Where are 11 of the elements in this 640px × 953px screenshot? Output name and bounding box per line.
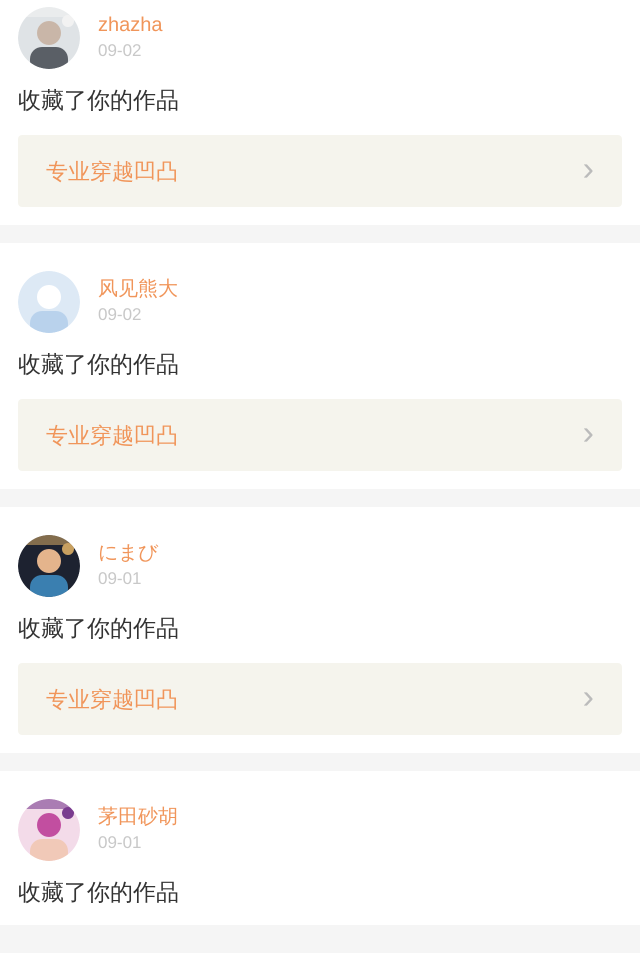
action-text: 收藏了你的作品 [18, 614, 180, 643]
action-text: 收藏了你的作品 [18, 878, 180, 907]
user-name[interactable]: 茅田砂胡 [98, 804, 178, 830]
user-name[interactable]: zhazha [98, 12, 162, 38]
action-text: 收藏了你的作品 [18, 86, 180, 115]
work-link[interactable]: 专业穿越凹凸 › [18, 399, 622, 471]
user-name[interactable]: 风见熊大 [98, 276, 178, 302]
user-name[interactable]: にまび [98, 540, 158, 566]
work-link[interactable]: 专业穿越凹凸 › [18, 135, 622, 207]
work-link[interactable]: 专业穿越凹凸 › [18, 663, 622, 735]
action-text: 收藏了你的作品 [18, 350, 180, 379]
